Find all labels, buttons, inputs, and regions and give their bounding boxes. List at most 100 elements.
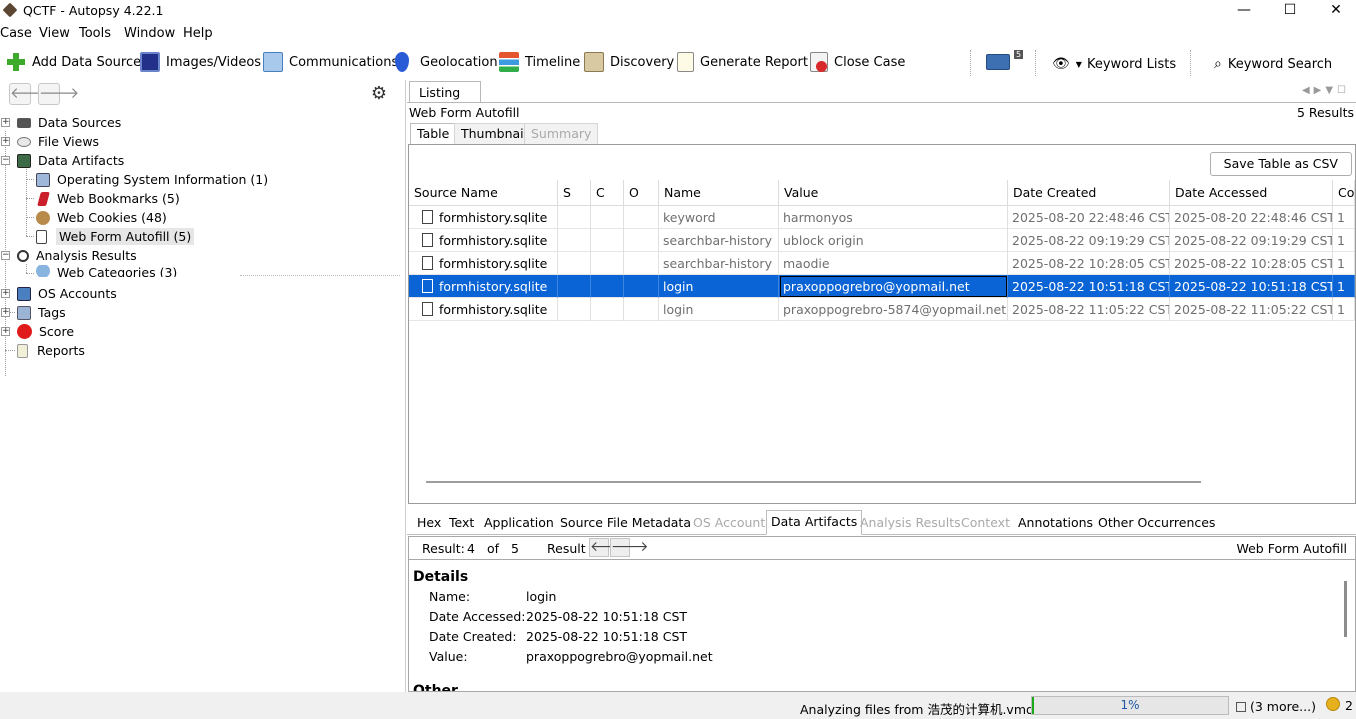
notifications-icon[interactable]: [1326, 697, 1340, 711]
tree-node-web-bookmarks[interactable]: Web Bookmarks (5): [36, 189, 180, 208]
tree-node-web-form-autofill[interactable]: Web Form Autofill (5): [36, 227, 195, 246]
cell-value[interactable]: praxoppogrebro@yopmail.net: [779, 275, 1008, 298]
tree-node-data-artifacts[interactable]: Data Artifacts: [17, 151, 124, 170]
cell-o: [624, 252, 659, 275]
tab-annotations[interactable]: Annotations: [1014, 512, 1097, 534]
minimize-button[interactable]: —: [1221, 0, 1267, 22]
tree-node-tags[interactable]: Tags: [17, 303, 66, 322]
tab-hex[interactable]: Hex: [413, 512, 445, 534]
tree-node-os-accounts[interactable]: OS Accounts: [17, 284, 117, 303]
previous-result-button[interactable]: 🡐: [589, 538, 628, 557]
tab-context: Context: [961, 515, 1010, 530]
tree-node-file-views[interactable]: File Views: [17, 132, 99, 151]
geolocation-button[interactable]: Geolocation: [395, 50, 498, 74]
expand-toggle[interactable]: +: [1, 289, 10, 298]
table-row[interactable]: formhistory.sqlite searchbar-history mao…: [409, 252, 1355, 275]
column-header-source-name[interactable]: Source Name: [409, 180, 558, 206]
tree-node-data-sources[interactable]: Data Sources: [17, 113, 121, 132]
gear-icon[interactable]: ⚙: [368, 83, 390, 105]
keyword-search-button[interactable]: ⌕ Keyword Search: [1214, 52, 1332, 76]
result-current: 4: [467, 541, 475, 556]
ingest-status-text: Analyzing files from 浩茂的计算机.vmdk: [800, 702, 1042, 717]
column-header-count[interactable]: Co: [1333, 180, 1355, 206]
column-header-s[interactable]: S: [558, 180, 591, 206]
tab-other-occurrences[interactable]: Other Occurrences: [1094, 512, 1219, 534]
table-row[interactable]: formhistory.sqlite searchbar-history ubl…: [409, 229, 1355, 252]
generate-report-button[interactable]: Generate Report: [677, 50, 808, 74]
close-case-button[interactable]: Close Case: [810, 50, 905, 74]
divider: [407, 102, 1356, 103]
discovery-button[interactable]: Discovery: [584, 50, 674, 74]
column-header-date-accessed[interactable]: Date Accessed: [1170, 180, 1333, 206]
cell-o: [624, 206, 659, 229]
keyword-lists-button[interactable]: 👁 ▼ Keyword Lists: [1052, 52, 1176, 76]
collapse-toggle[interactable]: −: [1, 251, 10, 260]
menu-view[interactable]: View: [39, 26, 70, 41]
details-heading: Details: [413, 569, 469, 585]
cell-count: 1: [1333, 275, 1355, 298]
tree-line: [240, 275, 400, 276]
tab-data-artifacts[interactable]: Data Artifacts: [766, 510, 863, 535]
images-videos-label: Images/Videos: [166, 54, 262, 70]
column-header-c[interactable]: C: [591, 180, 624, 206]
menu-help[interactable]: Help: [183, 26, 213, 41]
table-row-selected[interactable]: formhistory.sqlite login praxoppogrebro@…: [409, 275, 1355, 298]
table-row[interactable]: formhistory.sqlite keyword harmonyos 202…: [409, 206, 1355, 229]
menu-case[interactable]: Case: [0, 26, 32, 41]
cell-c: [591, 206, 624, 229]
menu-tools[interactable]: Tools: [79, 26, 111, 41]
close-window-button[interactable]: ✕: [1313, 0, 1356, 22]
collapse-toggle[interactable]: −: [1, 156, 10, 165]
tab-table[interactable]: Table: [410, 123, 457, 144]
result-word: Result: [547, 541, 586, 556]
film-icon: [140, 52, 160, 72]
images-videos-button[interactable]: Images/Videos: [140, 50, 261, 74]
cell-source: formhistory.sqlite: [409, 252, 558, 275]
details-pane: Details Name: login Date Accessed: 2025-…: [408, 560, 1356, 692]
column-header-o[interactable]: O: [624, 180, 659, 206]
ingest-progress-bar[interactable]: 1%: [1031, 696, 1229, 715]
next-result-button[interactable]: 🡒: [610, 538, 649, 557]
horizontal-scrollbar[interactable]: [426, 481, 1201, 483]
maximize-button[interactable]: ☐: [1267, 0, 1313, 22]
tree-node-analysis-results[interactable]: Analysis Results: [17, 246, 137, 265]
add-data-source-button[interactable]: Add Data Source: [6, 50, 141, 74]
expand-toggle[interactable]: +: [1, 137, 10, 146]
cell-name: keyword: [659, 206, 779, 229]
inbox-button[interactable]: 5: [986, 49, 1024, 74]
save-table-csv-button[interactable]: Save Table as CSV: [1209, 152, 1352, 176]
tree-node-score[interactable]: Score: [17, 322, 74, 341]
tree-node-web-categories[interactable]: Web Categories (3): [36, 265, 177, 277]
cell-date-accessed: 2025-08-20 22:48:46 CST: [1170, 206, 1333, 229]
tab-source-file-metadata[interactable]: Source File Metadata: [556, 512, 695, 534]
tab-text[interactable]: Text: [445, 512, 478, 534]
menu-window[interactable]: Window: [124, 26, 175, 41]
expand-toggle[interactable]: +: [1, 327, 10, 336]
tree-node-label: Reports: [37, 343, 85, 358]
file-icon: [422, 279, 433, 293]
cell-c: [591, 252, 624, 275]
forward-button[interactable]: 🡒: [38, 83, 79, 105]
tree-node-label: File Views: [38, 134, 100, 149]
tab-scroll-arrows[interactable]: ◀▶▼☐: [1302, 85, 1350, 96]
expand-toggle[interactable]: +: [1, 308, 10, 317]
tab-thumbnail[interactable]: Thumbnail: [454, 123, 535, 144]
column-header-value[interactable]: Value: [779, 180, 1008, 206]
communications-button[interactable]: Communications: [263, 50, 398, 74]
more-tasks-link[interactable]: (3 more...): [1236, 699, 1316, 714]
status-bar: Analyzing files from 浩茂的计算机.vmdk 1% (3 m…: [0, 692, 1356, 719]
vertical-scrollbar[interactable]: [1344, 581, 1347, 637]
cell-date-accessed: 2025-08-22 09:19:29 CST: [1170, 229, 1333, 252]
table-row[interactable]: formhistory.sqlite login praxoppogrebro-…: [409, 298, 1355, 321]
result-label: Result:: [422, 541, 465, 556]
column-header-date-created[interactable]: Date Created: [1008, 180, 1170, 206]
column-header-name[interactable]: Name: [659, 180, 779, 206]
tree-node-reports[interactable]: Reports: [17, 341, 85, 360]
back-button[interactable]: 🡐: [9, 83, 50, 105]
tab-listing[interactable]: Listing: [409, 81, 481, 103]
tree-node-os-info[interactable]: Operating System Information (1): [36, 170, 268, 189]
expand-toggle[interactable]: +: [1, 118, 10, 127]
tree-node-web-cookies[interactable]: Web Cookies (48): [36, 208, 167, 227]
timeline-button[interactable]: Timeline: [499, 50, 580, 74]
tab-application[interactable]: Application: [480, 512, 558, 534]
